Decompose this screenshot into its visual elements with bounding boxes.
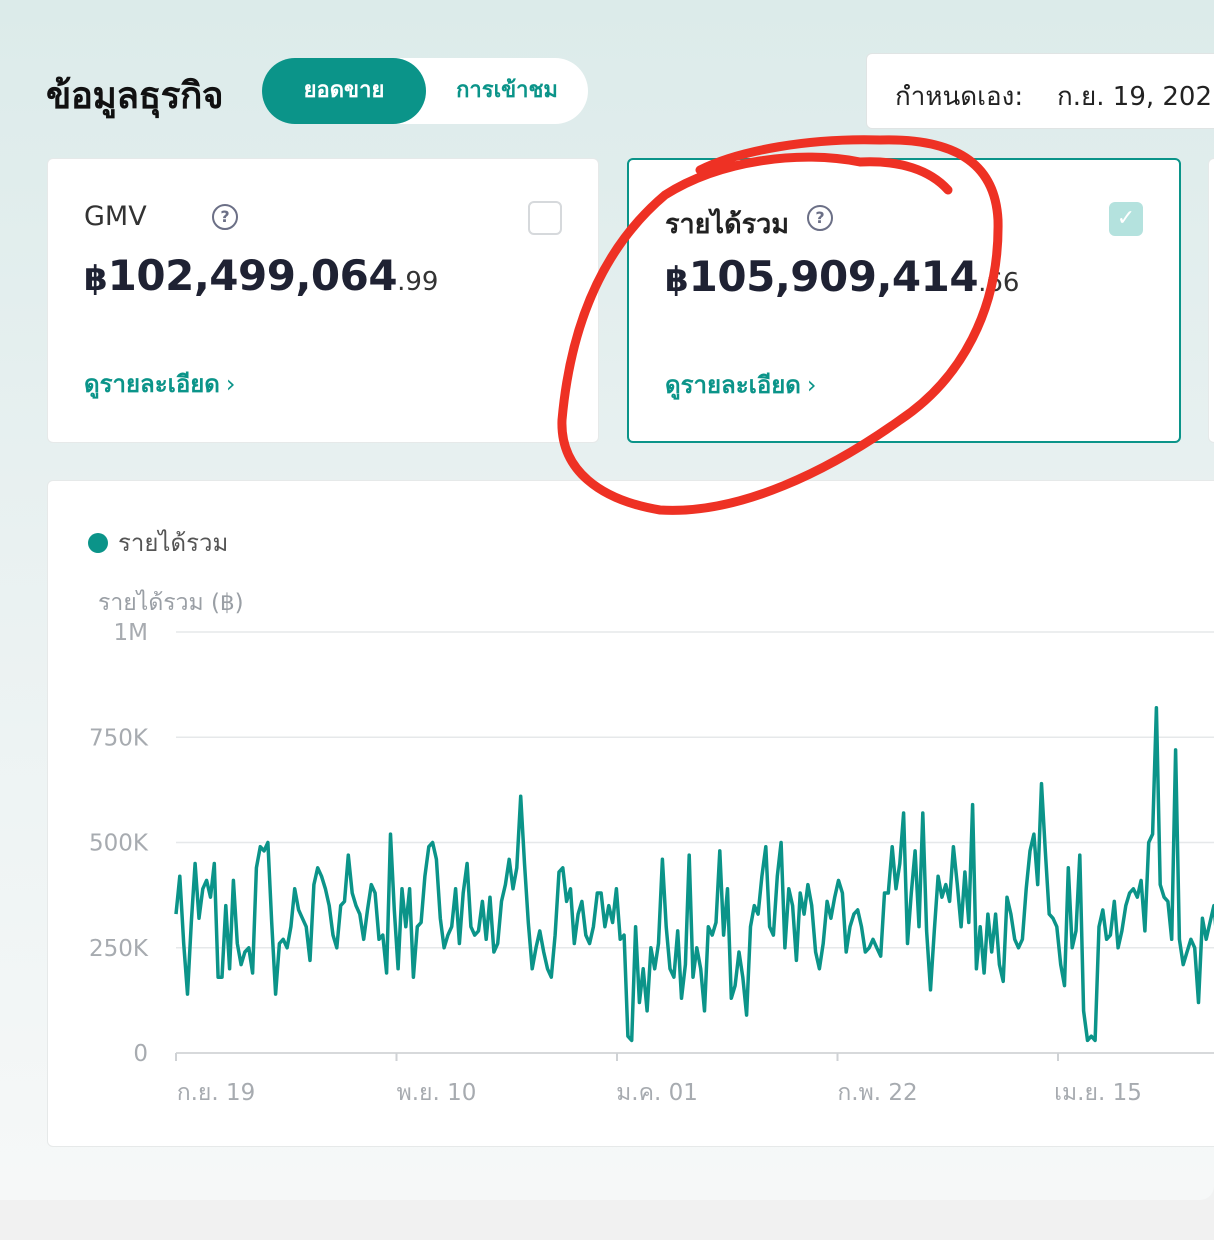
revenue-chart-panel: รายได้รวม รายได้รวม (฿) 0 250K 500K 750K 1M ก… — [47, 480, 1214, 1147]
x-tick-label: เม.ย. 15 — [1054, 1080, 1142, 1106]
y-tick-label: 500K — [89, 831, 149, 857]
view-details-link[interactable]: ดูรายละเอียด › — [665, 365, 817, 404]
view-details-label: ดูรายละเอียด — [84, 370, 220, 398]
help-circle-icon[interactable]: ? — [807, 205, 833, 231]
tab-visits[interactable]: การเข้าชม — [426, 58, 588, 124]
revenue-line-chart[interactable]: 0 250K 500K 750K 1M ก.ย. 19 พ.ย. 10 ม.ค. 01 ก.พ.… — [48, 481, 1214, 1147]
y-tick-label: 0 — [133, 1041, 148, 1067]
y-tick-label: 750K — [89, 725, 149, 751]
value-decimal: .66 — [978, 268, 1020, 298]
metric-card-revenue[interactable]: รายได้รวม ? ✓ ฿105,909,414.66 ดูรายละเอี… — [627, 158, 1181, 443]
x-tick-label: ก.พ. 22 — [837, 1080, 917, 1106]
chevron-right-icon: › — [806, 371, 817, 399]
currency-symbol: ฿ — [84, 259, 108, 299]
card-title: รายได้รวม — [665, 209, 790, 240]
value-integer: 102,499,064 — [107, 251, 398, 300]
metric-checkbox-checked[interactable]: ✓ — [1109, 202, 1143, 236]
check-icon: ✓ — [1116, 206, 1136, 231]
card-value: ฿102,499,064.99 — [84, 251, 438, 300]
date-range-picker[interactable]: กำหนดเอง: ก.ย. 19, 202 — [866, 53, 1214, 129]
tab-group: ยอดขาย การเข้าชม — [262, 58, 588, 124]
currency-symbol: ฿ — [665, 260, 689, 300]
date-range-label: กำหนดเอง: — [895, 82, 1024, 112]
help-circle-icon[interactable]: ? — [212, 204, 238, 230]
y-tick-label: 250K — [89, 936, 149, 962]
metric-card-partial[interactable] — [1208, 158, 1214, 443]
y-tick-label: 1M — [114, 620, 148, 646]
card-title: GMV — [84, 201, 147, 232]
view-details-link[interactable]: ดูรายละเอียด › — [84, 364, 236, 403]
x-tick-label: ก.ย. 19 — [177, 1080, 256, 1106]
chevron-right-icon: › — [225, 370, 236, 398]
x-tick-label: พ.ย. 10 — [397, 1080, 477, 1106]
value-decimal: .99 — [397, 267, 439, 297]
x-tick-label: ม.ค. 01 — [616, 1080, 698, 1106]
series-line-revenue[interactable] — [174, 706, 1214, 1043]
view-details-label: ดูรายละเอียด — [665, 371, 801, 399]
metric-checkbox[interactable] — [528, 201, 562, 235]
bottom-strip — [0, 1200, 1214, 1240]
page-title: ข้อมูลธุรกิจ — [46, 74, 224, 117]
card-value: ฿105,909,414.66 — [665, 252, 1019, 301]
date-range-value: ก.ย. 19, 202 — [1057, 82, 1213, 112]
value-integer: 105,909,414 — [688, 252, 979, 301]
tab-sales[interactable]: ยอดขาย — [262, 58, 426, 124]
metric-card-gmv[interactable]: GMV ? ฿102,499,064.99 ดูรายละเอียด › — [47, 158, 599, 443]
